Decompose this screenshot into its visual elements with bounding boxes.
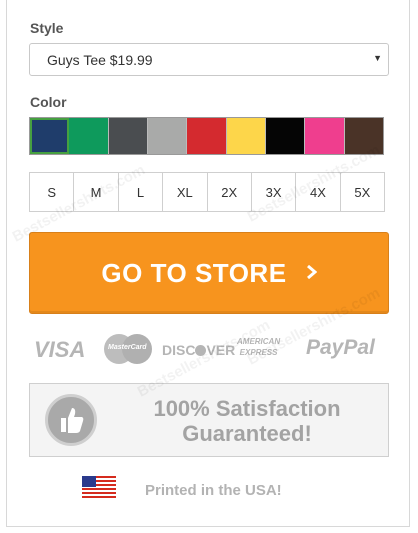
paypal-logo: PayPal (306, 336, 375, 359)
go-to-store-label: GO TO STORE (101, 257, 287, 288)
size-option-l[interactable]: L (119, 173, 164, 211)
satisfaction-guarantee-badge: 100% Satisfaction Guaranteed! (29, 383, 389, 457)
size-selector: S M L XL 2X 3X 4X 5X (29, 172, 385, 212)
color-label: Color (30, 94, 67, 110)
guarantee-text: 100% Satisfaction Guaranteed! (112, 396, 382, 446)
style-select[interactable]: Guys Tee $19.99 ▼ (29, 43, 389, 76)
mastercard-text: MasterCard (108, 344, 147, 351)
color-swatch-charcoal-heather[interactable] (108, 118, 148, 154)
size-option-s[interactable]: S (30, 173, 75, 211)
color-swatch-hot-pink[interactable] (305, 118, 345, 154)
caret-down-icon: ▼ (373, 53, 382, 63)
color-swatch-row (29, 117, 384, 155)
style-label: Style (30, 20, 64, 36)
size-option-4x[interactable]: 4X (296, 173, 341, 211)
color-swatch-brown[interactable] (344, 118, 383, 154)
discover-text-b: VER (206, 342, 236, 358)
size-option-3x[interactable]: 3X (252, 173, 297, 211)
guarantee-line1: 100% Satisfaction (153, 396, 341, 421)
thumbs-up-icon (45, 394, 97, 446)
printed-in-usa-text: Printed in the USA! (145, 482, 282, 499)
size-option-5x[interactable]: 5X (341, 173, 384, 211)
arrow-right-icon (306, 264, 317, 284)
guarantee-line2: Guaranteed! (182, 421, 312, 446)
discover-text-a: DISC (162, 342, 196, 358)
color-swatch-red[interactable] (187, 118, 227, 154)
amex-line1: AMERICAN (237, 337, 281, 346)
payment-methods: VISA MasterCard DISC VER AMERICAN EXPRESS … (34, 334, 384, 364)
size-option-2x[interactable]: 2X (208, 173, 252, 211)
color-swatch-navy[interactable] (30, 118, 70, 154)
color-swatch-kelly-green[interactable] (69, 118, 109, 154)
color-swatch-heather-grey[interactable] (147, 118, 188, 154)
amex-line2: EXPRESS (239, 348, 278, 357)
style-selected-value: Guys Tee $19.99 (47, 52, 153, 68)
color-swatch-black[interactable] (265, 118, 306, 154)
visa-logo: VISA (34, 337, 86, 362)
amex-logo: AMERICAN EXPRESS (237, 336, 280, 358)
discover-logo: DISC VER (162, 342, 235, 358)
usa-flag-icon (82, 476, 116, 498)
size-option-m[interactable]: M (74, 173, 119, 211)
go-to-store-button[interactable]: GO TO STORE (29, 232, 389, 314)
size-option-xl[interactable]: XL (163, 173, 208, 211)
mastercard-logo: MasterCard (104, 334, 152, 364)
color-swatch-yellow[interactable] (226, 118, 266, 154)
